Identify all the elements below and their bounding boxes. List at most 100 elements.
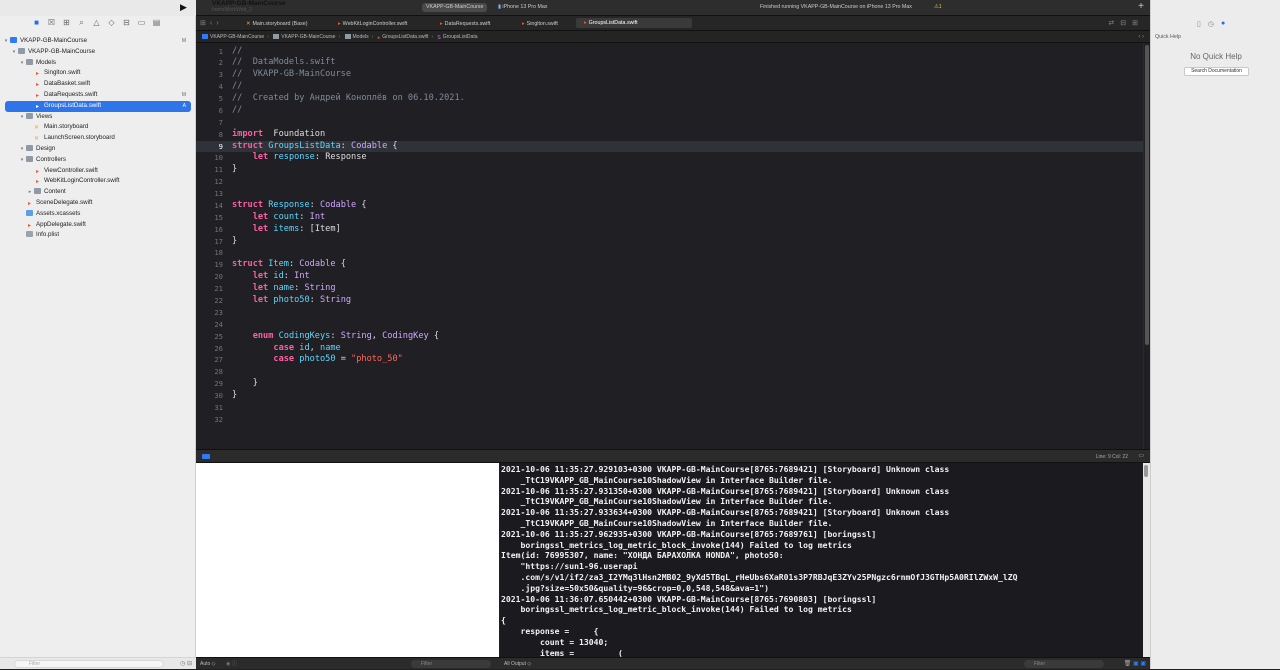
code-token: count — [273, 211, 300, 222]
navigator-filter-input[interactable]: Filter — [14, 660, 164, 668]
code-line[interactable]: } — [232, 390, 237, 402]
trash-icon[interactable]: 🗑 — [1124, 661, 1132, 667]
code-line[interactable]: struct Response: Codable { — [232, 200, 367, 212]
navigator-item[interactable]: ✕ LaunchScreen.storyboard — [0, 133, 196, 144]
code-line[interactable]: } — [232, 378, 258, 390]
console-layout-icons[interactable]: 🗑 ▣ ▣ — [1124, 658, 1146, 670]
debug-icon[interactable]: ⊟ — [122, 18, 131, 27]
code-line[interactable]: struct GroupsListData: Codable { — [232, 141, 398, 153]
split-console-icon[interactable]: ▭ — [1138, 452, 1144, 459]
code-line[interactable]: import Foundation — [232, 129, 325, 141]
navigator-item[interactable]: Assets.xcassets — [0, 209, 196, 220]
run-button[interactable]: ▶ — [180, 2, 187, 13]
console-scrollbar[interactable] — [1143, 463, 1150, 657]
navigator-item[interactable]: Info.plist — [0, 230, 196, 241]
code-line[interactable]: case photo50 = "photo_50" — [232, 354, 402, 366]
navigator-item[interactable]: ▾ Views — [0, 112, 196, 123]
folder-icon[interactable]: ■ — [32, 18, 41, 27]
code-line[interactable]: // — [232, 81, 242, 93]
disclosure-icon[interactable]: ▸ — [26, 187, 34, 198]
search-icon[interactable]: ⌕ — [77, 18, 86, 27]
navigator-item[interactable]: ▾ Design — [0, 144, 196, 155]
add-library-button[interactable]: + — [1138, 1, 1144, 12]
report-icon[interactable]: ▤ — [152, 18, 161, 27]
source-control-icon[interactable]: ☒ — [47, 18, 56, 27]
console-filter-input[interactable]: Filter — [1024, 660, 1104, 668]
tab-groups-list-data[interactable]: ▸ GroupsListData.swift — [576, 18, 692, 28]
navigator-item[interactable]: ▸ DataRequests.swift M — [0, 90, 196, 101]
quick-help-icon[interactable]: ● — [1221, 20, 1225, 28]
variables-view[interactable] — [196, 463, 499, 657]
filter-options-icon[interactable]: ◷ ⊟ — [180, 660, 192, 667]
symbol-icon[interactable]: ⊞ — [62, 18, 71, 27]
navigator-item[interactable]: ▸ GroupsListData.swift A — [5, 100, 191, 112]
code-line[interactable]: // — [232, 46, 242, 58]
breadcrumb-item[interactable]: VKAPP-GB-MainCourse — [281, 34, 335, 40]
tab-main-storyboard[interactable]: ✕ Main.storyboard (Base) — [246, 19, 308, 29]
code-line[interactable]: struct Item: Codable { — [232, 259, 346, 271]
code-line[interactable]: let photo50: String — [232, 295, 351, 307]
code-line[interactable]: enum CodingKeys: String, CodingKey { — [232, 331, 439, 343]
disclosure-icon[interactable]: ▾ — [18, 58, 26, 69]
test-icon[interactable]: ◇ — [107, 18, 116, 27]
navigator-item[interactable]: ▾ VKAPP-GB-MainCourse — [0, 47, 196, 58]
editor-options-icons[interactable]: ⇄⊟⊞ — [1108, 19, 1144, 27]
tab-navigation-icons[interactable]: ⊞‹› — [200, 19, 223, 27]
warning-count-badge[interactable]: ⚠1 — [934, 3, 942, 12]
search-documentation-button[interactable]: Search Documentation — [1184, 67, 1249, 76]
breadcrumb-item[interactable]: GroupsListData — [443, 34, 478, 40]
warning-icon[interactable]: △ — [92, 18, 101, 27]
info-icons[interactable]: ◉ ⓘ — [226, 658, 237, 670]
issue-navigation-icons[interactable]: ‹ › — [1138, 31, 1144, 43]
code-line[interactable]: let response: Response — [232, 152, 367, 164]
navigator-item[interactable]: ▸ Singlton.swift — [0, 68, 196, 79]
disclosure-icon[interactable]: ▾ — [2, 36, 10, 47]
navigator-item-label: WebKitLoginController.swift — [44, 177, 120, 185]
folder-icon — [26, 58, 33, 65]
breadcrumb-item[interactable]: VKAPP-GB-MainCourse — [210, 34, 264, 40]
source-editor[interactable]: 1 // 2 // DataModels.swift 3 // VKAPP-GB-Main… — [196, 43, 1143, 449]
editor-scrollbar[interactable] — [1143, 43, 1150, 449]
history-icon[interactable]: ◷ — [1208, 20, 1214, 28]
breadcrumb-item[interactable]: Models — [353, 34, 369, 40]
tab-webkit-login-controller[interactable]: ▸ WebKitLoginController.swift — [338, 19, 407, 29]
variables-filter-input[interactable]: Filter — [411, 660, 491, 668]
navigator-item[interactable]: ✕ Main.storyboard — [0, 122, 196, 133]
disclosure-icon[interactable]: ▾ — [18, 112, 26, 123]
breadcrumb-item[interactable]: GroupsListData.swift — [382, 34, 428, 40]
device-selector[interactable]: ▮ iPhone 13 Pro Max — [498, 3, 547, 12]
tab-singlton[interactable]: ▸ Singlton.swift — [522, 19, 558, 29]
output-select[interactable]: All Output ◇ — [504, 658, 531, 670]
disclosure-icon[interactable]: ▾ — [18, 144, 26, 155]
breakpoint-icon[interactable]: ▭ — [137, 18, 146, 27]
code-line[interactable]: } — [232, 236, 237, 248]
navigator-item[interactable]: ▸ AppDelegate.swift — [0, 220, 196, 231]
debug-area-toggle[interactable] — [202, 454, 210, 459]
file-inspector-icon[interactable]: ▯ — [1197, 20, 1201, 28]
disclosure-icon[interactable]: ▾ — [18, 155, 26, 166]
navigator-item[interactable]: ▸ SceneDelegate.swift — [0, 198, 196, 209]
navigator-item[interactable]: ▸ WebKitLoginController.swift — [0, 176, 196, 187]
console-output[interactable]: 2021-10-06 11:35:27.929103+0300 VKAPP-GB… — [500, 463, 1143, 657]
code-line[interactable]: // — [232, 105, 242, 117]
navigator-item[interactable]: ▸ Content — [0, 187, 196, 198]
tab-data-requests[interactable]: ▸ DataRequests.swift — [440, 19, 490, 29]
navigator-item[interactable]: ▾ Controllers — [0, 155, 196, 166]
navigator-item[interactable]: ▾ Models — [0, 58, 196, 69]
code-line[interactable]: let id: Int — [232, 271, 310, 283]
disclosure-icon[interactable]: ▾ — [10, 47, 18, 58]
navigator-item[interactable]: ▸ DataBasket.swift — [0, 79, 196, 90]
code-line[interactable]: // Created by Андрей Коноплёв on 06.10.2… — [232, 93, 465, 105]
code-line[interactable]: let count: Int — [232, 212, 325, 224]
code-line[interactable]: // DataModels.swift — [232, 57, 335, 69]
code-line[interactable]: case id, name — [232, 343, 340, 355]
code-line[interactable]: // VKAPP-GB-MainCourse — [232, 69, 351, 81]
code-line[interactable]: let items: [Item] — [232, 224, 341, 236]
code-token: // — [232, 104, 243, 115]
code-line[interactable]: } — [232, 164, 237, 176]
code-line[interactable]: let name: String — [232, 283, 336, 295]
navigator-item[interactable]: ▾ VKAPP-GB-MainCourse M — [0, 36, 196, 47]
variables-scope-select[interactable]: Auto ◇ — [200, 658, 216, 670]
navigator-item[interactable]: ▸ ViewController.swift — [0, 166, 196, 177]
scheme-selector[interactable]: VKAPP-GB-MainCourse — [422, 3, 488, 12]
